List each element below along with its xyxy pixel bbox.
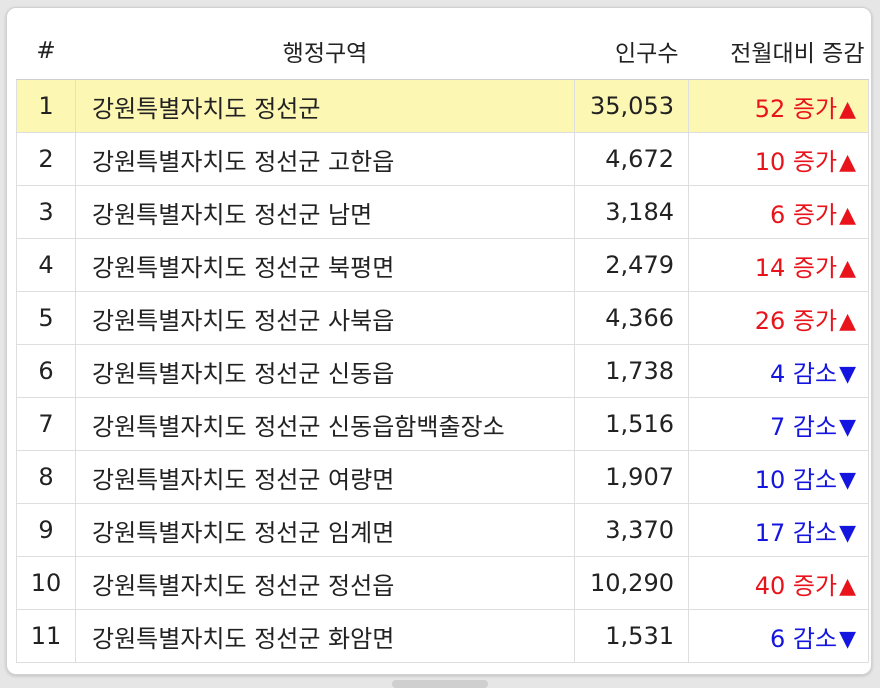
change-word: 감소 [792, 624, 838, 653]
row-number: 11 [16, 609, 76, 663]
change-word: 감소 [792, 412, 838, 441]
triangle-down-icon: ▼ [839, 467, 856, 493]
row-region-name: 강원특별자치도 정선군 여량면 [75, 450, 575, 504]
change-word: 증가 [792, 306, 838, 335]
population-table-panel: # 행정구역 인구수 전월대비 증감 1 강원특별자치도 정선군 35,053 52 … [6, 7, 872, 675]
row-change: 40 증가▲ [688, 556, 869, 610]
triangle-up-icon: ▲ [839, 573, 856, 599]
row-population: 2,479 [574, 238, 689, 292]
triangle-up-icon: ▲ [839, 308, 856, 334]
triangle-down-icon: ▼ [839, 361, 856, 387]
population-table: # 행정구역 인구수 전월대비 증감 1 강원특별자치도 정선군 35,053 52 … [16, 22, 869, 663]
change-value: 6 [769, 624, 786, 653]
change-value: 4 [769, 359, 786, 388]
row-region-name: 강원특별자치도 정선군 신동읍함백출장소 [75, 397, 575, 451]
change-value: 40 [754, 571, 786, 600]
table-row[interactable]: 9 강원특별자치도 정선군 임계면 3,370 17 감소▼ [16, 503, 869, 557]
triangle-up-icon: ▲ [839, 149, 856, 175]
table-row[interactable]: 8 강원특별자치도 정선군 여량면 1,907 10 감소▼ [16, 450, 869, 504]
change-value: 52 [754, 94, 786, 123]
row-region-name: 강원특별자치도 정선군 고한읍 [75, 132, 575, 186]
change-value: 7 [769, 412, 786, 441]
row-change: 17 감소▼ [688, 503, 869, 557]
triangle-down-icon: ▼ [839, 626, 856, 652]
table-row[interactable]: 10 강원특별자치도 정선군 정선읍 10,290 40 증가▲ [16, 556, 869, 610]
table-row[interactable]: 4 강원특별자치도 정선군 북평면 2,479 14 증가▲ [16, 238, 869, 292]
row-number: 10 [16, 556, 76, 610]
change-value: 10 [754, 465, 786, 494]
triangle-up-icon: ▲ [839, 255, 856, 281]
row-region-name: 강원특별자치도 정선군 임계면 [75, 503, 575, 557]
triangle-up-icon: ▲ [839, 202, 856, 228]
triangle-down-icon: ▼ [839, 520, 856, 546]
header-population: 인구수 [574, 22, 689, 80]
change-value: 26 [754, 306, 786, 335]
row-region-name: 강원특별자치도 정선군 [75, 79, 575, 133]
row-population: 1,516 [574, 397, 689, 451]
change-value: 17 [754, 518, 786, 547]
row-number: 1 [16, 79, 76, 133]
change-word: 증가 [792, 253, 838, 282]
header-change: 전월대비 증감 [688, 22, 869, 80]
row-population: 35,053 [574, 79, 689, 133]
row-change: 4 감소▼ [688, 344, 869, 398]
change-value: 10 [754, 147, 786, 176]
header-row: # 행정구역 인구수 전월대비 증감 [16, 22, 869, 80]
change-value: 14 [754, 253, 786, 282]
row-population: 4,366 [574, 291, 689, 345]
row-population: 1,738 [574, 344, 689, 398]
row-population: 1,907 [574, 450, 689, 504]
table-header: # 행정구역 인구수 전월대비 증감 [16, 22, 869, 80]
row-number: 6 [16, 344, 76, 398]
row-population: 4,672 [574, 132, 689, 186]
row-number: 8 [16, 450, 76, 504]
change-word: 증가 [792, 571, 838, 600]
row-region-name: 강원특별자치도 정선군 사북읍 [75, 291, 575, 345]
header-region: 행정구역 [75, 22, 575, 80]
table-body: 1 강원특별자치도 정선군 35,053 52 증가▲ 2 강원특별자치도 정선군 고한읍… [16, 79, 869, 663]
row-number: 2 [16, 132, 76, 186]
change-word: 감소 [792, 465, 838, 494]
table-row[interactable]: 1 강원특별자치도 정선군 35,053 52 증가▲ [16, 79, 869, 133]
row-change: 52 증가▲ [688, 79, 869, 133]
change-word: 감소 [792, 518, 838, 547]
change-word: 증가 [792, 200, 838, 229]
row-change: 10 증가▲ [688, 132, 869, 186]
table-row[interactable]: 11 강원특별자치도 정선군 화암면 1,531 6 감소▼ [16, 609, 869, 663]
change-word: 감소 [792, 359, 838, 388]
scroll-indicator[interactable] [392, 680, 488, 688]
row-region-name: 강원특별자치도 정선군 남면 [75, 185, 575, 239]
row-change: 6 감소▼ [688, 609, 869, 663]
row-change: 14 증가▲ [688, 238, 869, 292]
row-region-name: 강원특별자치도 정선군 북평면 [75, 238, 575, 292]
row-region-name: 강원특별자치도 정선군 신동읍 [75, 344, 575, 398]
row-change: 6 증가▲ [688, 185, 869, 239]
table-row[interactable]: 5 강원특별자치도 정선군 사북읍 4,366 26 증가▲ [16, 291, 869, 345]
table-row[interactable]: 3 강원특별자치도 정선군 남면 3,184 6 증가▲ [16, 185, 869, 239]
change-word: 증가 [792, 94, 838, 123]
row-change: 7 감소▼ [688, 397, 869, 451]
row-region-name: 강원특별자치도 정선군 정선읍 [75, 556, 575, 610]
row-number: 3 [16, 185, 76, 239]
row-change: 10 감소▼ [688, 450, 869, 504]
row-population: 3,184 [574, 185, 689, 239]
row-number: 5 [16, 291, 76, 345]
header-number: # [16, 22, 76, 80]
row-population: 3,370 [574, 503, 689, 557]
row-number: 9 [16, 503, 76, 557]
row-number: 4 [16, 238, 76, 292]
table-row[interactable]: 2 강원특별자치도 정선군 고한읍 4,672 10 증가▲ [16, 132, 869, 186]
triangle-down-icon: ▼ [839, 414, 856, 440]
triangle-up-icon: ▲ [839, 96, 856, 122]
row-population: 1,531 [574, 609, 689, 663]
change-value: 6 [769, 200, 786, 229]
table-row[interactable]: 7 강원특별자치도 정선군 신동읍함백출장소 1,516 7 감소▼ [16, 397, 869, 451]
row-number: 7 [16, 397, 76, 451]
row-region-name: 강원특별자치도 정선군 화암면 [75, 609, 575, 663]
row-population: 10,290 [574, 556, 689, 610]
change-word: 증가 [792, 147, 838, 176]
row-change: 26 증가▲ [688, 291, 869, 345]
table-row[interactable]: 6 강원특별자치도 정선군 신동읍 1,738 4 감소▼ [16, 344, 869, 398]
